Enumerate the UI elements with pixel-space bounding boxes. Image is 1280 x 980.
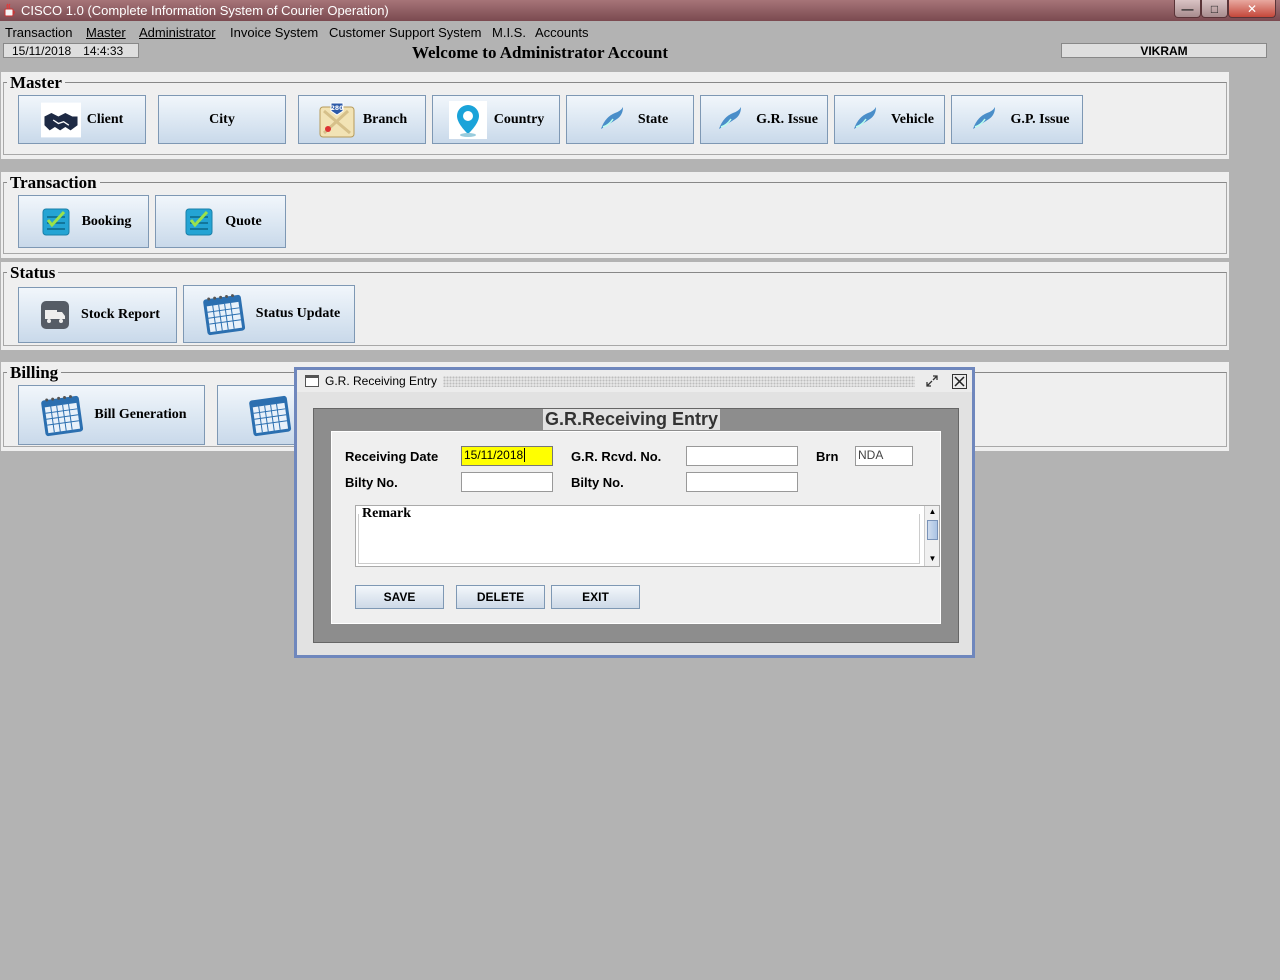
receiving-date-label: Receiving Date: [345, 449, 439, 464]
calendar-icon: [244, 389, 296, 441]
transaction-panel: Transaction Booking Quote: [1, 172, 1229, 258]
state-button[interactable]: State: [566, 95, 694, 144]
country-label: Country: [493, 111, 545, 127]
menu-administrator[interactable]: Administrator: [139, 25, 216, 40]
status-update-button[interactable]: Status Update: [183, 285, 355, 343]
gr-rcvd-no-input[interactable]: [686, 446, 798, 466]
dialog-title-bar[interactable]: G.R. Receiving Entry: [297, 370, 972, 392]
gr-issue-button[interactable]: G.R. Issue: [700, 95, 828, 144]
remark-box: Remark ▲ ▼: [355, 505, 940, 567]
gr-rcvd-no-label: G.R. Rcvd. No.: [571, 449, 662, 464]
remark-textarea[interactable]: [358, 514, 920, 564]
current-date: 15/11/2018: [12, 43, 72, 58]
gp-issue-button[interactable]: G.P. Issue: [951, 95, 1083, 144]
restore-icon[interactable]: [924, 374, 940, 388]
gp-issue-label: G.P. Issue: [1010, 111, 1070, 127]
receiving-date-input[interactable]: 15/11/2018: [461, 446, 553, 466]
dialog-window-title: G.R. Receiving Entry: [325, 374, 438, 388]
status-panel-title: Status: [7, 263, 59, 283]
dialog-heading: G.R.Receiving Entry: [543, 409, 721, 430]
billing-panel-title: Billing: [7, 363, 62, 383]
save-button[interactable]: SAVE: [355, 585, 444, 609]
client-label: Client: [86, 111, 124, 127]
menu-accounts[interactable]: Accounts: [535, 25, 588, 40]
menu-mis[interactable]: M.I.S.: [492, 25, 526, 40]
vehicle-button[interactable]: Vehicle: [834, 95, 945, 144]
branch-label: Branch: [362, 111, 408, 127]
menu-invoice-system[interactable]: Invoice System: [230, 25, 318, 40]
city-label: City: [209, 111, 235, 127]
map-icon: 280: [317, 100, 357, 140]
quote-label: Quote: [225, 213, 262, 229]
quote-button[interactable]: Quote: [155, 195, 286, 248]
datetime-display: 15/11/2018 14:4:33: [3, 43, 139, 58]
bilty-no-label: Bilty No.: [345, 475, 398, 490]
maximize-button[interactable]: □: [1201, 0, 1228, 18]
delete-button[interactable]: DELETE: [456, 585, 545, 609]
calendar-icon: [36, 389, 88, 441]
bill-generation-label: Bill Generation: [94, 407, 187, 422]
menu-master[interactable]: Master: [86, 25, 126, 40]
brn-input[interactable]: NDA: [855, 446, 913, 466]
master-panel-title: Master: [7, 73, 65, 93]
scroll-thumb[interactable]: [927, 520, 938, 540]
exit-button[interactable]: EXIT: [551, 585, 640, 609]
vehicle-label: Vehicle: [890, 111, 935, 127]
stock-report-label: Stock Report: [81, 307, 160, 322]
master-panel: Master Client City 280 Branch Country St…: [1, 72, 1229, 159]
bilty-no-input[interactable]: [461, 472, 553, 492]
menu-bar: Transaction Master Administrator Invoice…: [0, 22, 1280, 42]
remark-scrollbar[interactable]: ▲ ▼: [924, 506, 939, 566]
booking-label: Booking: [81, 213, 132, 229]
menu-transaction[interactable]: Transaction: [5, 25, 72, 40]
current-time: 14:4:33: [83, 43, 124, 58]
remark-label: Remark: [362, 506, 411, 522]
checklist-icon: [36, 202, 76, 242]
menu-customer-support-system[interactable]: Customer Support System: [329, 25, 481, 40]
svg-text:280: 280: [331, 105, 344, 112]
city-button[interactable]: City: [158, 95, 286, 144]
window-title: CISCO 1.0 (Complete Information System o…: [21, 3, 389, 18]
handshake-icon: [40, 100, 81, 140]
scroll-down-icon[interactable]: ▼: [925, 553, 940, 565]
window-icon: [305, 375, 319, 387]
transaction-panel-title: Transaction: [7, 173, 100, 193]
truck-icon: [35, 295, 75, 335]
scroll-up-icon[interactable]: ▲: [925, 506, 940, 518]
title-bar: CISCO 1.0 (Complete Information System o…: [0, 0, 1280, 21]
status-panel: Status Stock Report Status Update: [1, 262, 1229, 350]
country-button[interactable]: Country: [432, 95, 560, 144]
state-label: State: [637, 111, 669, 127]
close-button[interactable]: ✕: [1228, 0, 1276, 18]
calendar-icon: [198, 288, 250, 340]
bill-generation-button[interactable]: Bill Generation: [18, 385, 205, 445]
bird-icon: [710, 100, 750, 140]
client-button[interactable]: Client: [18, 95, 146, 144]
location-pin-icon: [448, 100, 488, 140]
checklist-icon: [179, 202, 219, 242]
dialog-close-button[interactable]: [952, 374, 967, 389]
minimize-button[interactable]: —: [1174, 0, 1201, 18]
booking-button[interactable]: Booking: [18, 195, 149, 248]
bird-icon: [592, 100, 632, 140]
status-update-label: Status Update: [255, 306, 341, 321]
bilty-no-label-2: Bilty No.: [571, 475, 624, 490]
branch-button[interactable]: 280 Branch: [298, 95, 426, 144]
gr-receiving-entry-dialog: G.R. Receiving Entry G.R.Receiving Entry…: [294, 367, 975, 658]
dialog-form: Receiving Date 15/11/2018 G.R. Rcvd. No.…: [331, 431, 941, 624]
brn-label: Brn: [816, 449, 839, 464]
logged-in-user: VIKRAM: [1061, 43, 1267, 58]
welcome-heading: Welcome to Administrator Account: [411, 43, 669, 62]
stock-report-button[interactable]: Stock Report: [18, 287, 177, 343]
bilty-no-input-2[interactable]: [686, 472, 798, 492]
bird-icon: [964, 100, 1004, 140]
bird-icon: [845, 100, 885, 140]
java-cup-icon: [4, 3, 15, 17]
gr-issue-label: G.R. Issue: [756, 111, 818, 127]
